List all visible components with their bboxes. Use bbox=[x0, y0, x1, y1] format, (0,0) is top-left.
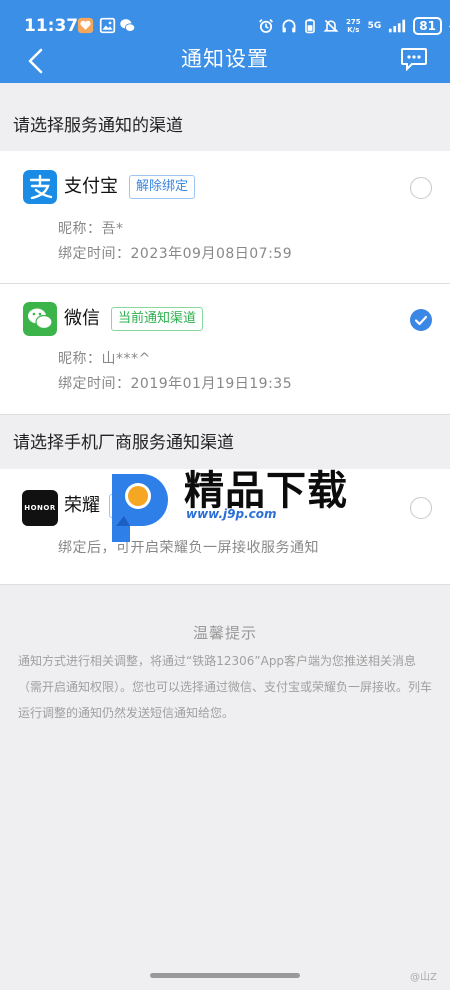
honor-logo: HONOR bbox=[22, 490, 58, 526]
network-type: 5G bbox=[367, 21, 382, 31]
honor-radio[interactable] bbox=[410, 497, 432, 519]
unbind-button[interactable]: 解除绑定 bbox=[129, 175, 196, 199]
card-bottom-divider bbox=[0, 584, 450, 585]
wechat-notif-icon bbox=[120, 19, 136, 32]
battery-level: 81 bbox=[413, 17, 442, 35]
watermark-url: www.j9p.com bbox=[186, 507, 277, 521]
honor-logo-text: HONOR bbox=[24, 504, 56, 512]
device-battery-icon bbox=[305, 18, 315, 34]
status-time: 11:37 bbox=[24, 16, 79, 36]
speed-unit: K/s bbox=[347, 26, 360, 34]
wechat-name: 微信 bbox=[64, 308, 100, 329]
heart-app-icon bbox=[77, 17, 94, 34]
checkmark-icon bbox=[414, 315, 428, 326]
current-channel-badge: 当前通知渠道 bbox=[111, 307, 204, 331]
alipay-logo-icon bbox=[23, 170, 57, 204]
network-speed: 275 K/s bbox=[346, 18, 361, 34]
corner-watermark: @山Z bbox=[410, 972, 437, 983]
page-title: 通知设置 bbox=[181, 47, 269, 71]
app-header: 11:37 275 K/s 5G 81 通知设置 bbox=[0, 0, 450, 83]
section-heading-service: 请选择服务通知的渠道 bbox=[13, 116, 183, 136]
mute-bell-icon bbox=[323, 19, 339, 33]
wechat-logo-icon bbox=[23, 302, 57, 336]
section-divider bbox=[0, 414, 450, 415]
wechat-bind-time: 绑定时间：2019年01月19日19:35 bbox=[58, 376, 293, 392]
tips-body: 通知方式进行相关调整，将通过“铁路12306”App客户端为您推送相关消息（需开… bbox=[18, 654, 433, 720]
nav-bar: 通知设置 bbox=[0, 36, 450, 83]
home-indicator[interactable] bbox=[150, 973, 300, 978]
channel-row-wechat[interactable]: 微信 当前通知渠道 昵称：山***^ 绑定时间：2019年01月19日19:35 bbox=[0, 284, 450, 414]
wechat-nickname: 昵称：山***^ bbox=[58, 351, 151, 367]
section-heading-vendor: 请选择手机厂商服务通知渠道 bbox=[13, 433, 234, 453]
speed-value: 275 bbox=[346, 18, 361, 26]
message-icon[interactable] bbox=[400, 47, 428, 71]
alipay-name: 支付宝 bbox=[64, 176, 118, 197]
honor-name: 荣耀 bbox=[64, 495, 100, 516]
alarm-icon bbox=[259, 19, 273, 33]
alipay-nickname: 昵称：吾* bbox=[58, 221, 124, 237]
channel-row-alipay[interactable]: 支付宝 解除绑定 昵称：吾* 绑定时间：2023年09月08日07:59 bbox=[0, 151, 450, 283]
status-bar: 11:37 275 K/s 5G 81 bbox=[0, 0, 450, 36]
signal-icon bbox=[389, 19, 406, 33]
tips-title: 温馨提示 bbox=[192, 624, 257, 642]
gallery-icon bbox=[99, 17, 116, 34]
alipay-radio[interactable] bbox=[410, 177, 432, 199]
status-right-icons: 275 K/s 5G 81 bbox=[258, 16, 450, 36]
headphones-icon bbox=[282, 19, 296, 33]
alipay-bind-time: 绑定时间：2023年09月08日07:59 bbox=[58, 246, 293, 262]
watermark-logo-icon bbox=[112, 474, 168, 542]
wechat-radio[interactable] bbox=[410, 309, 432, 331]
